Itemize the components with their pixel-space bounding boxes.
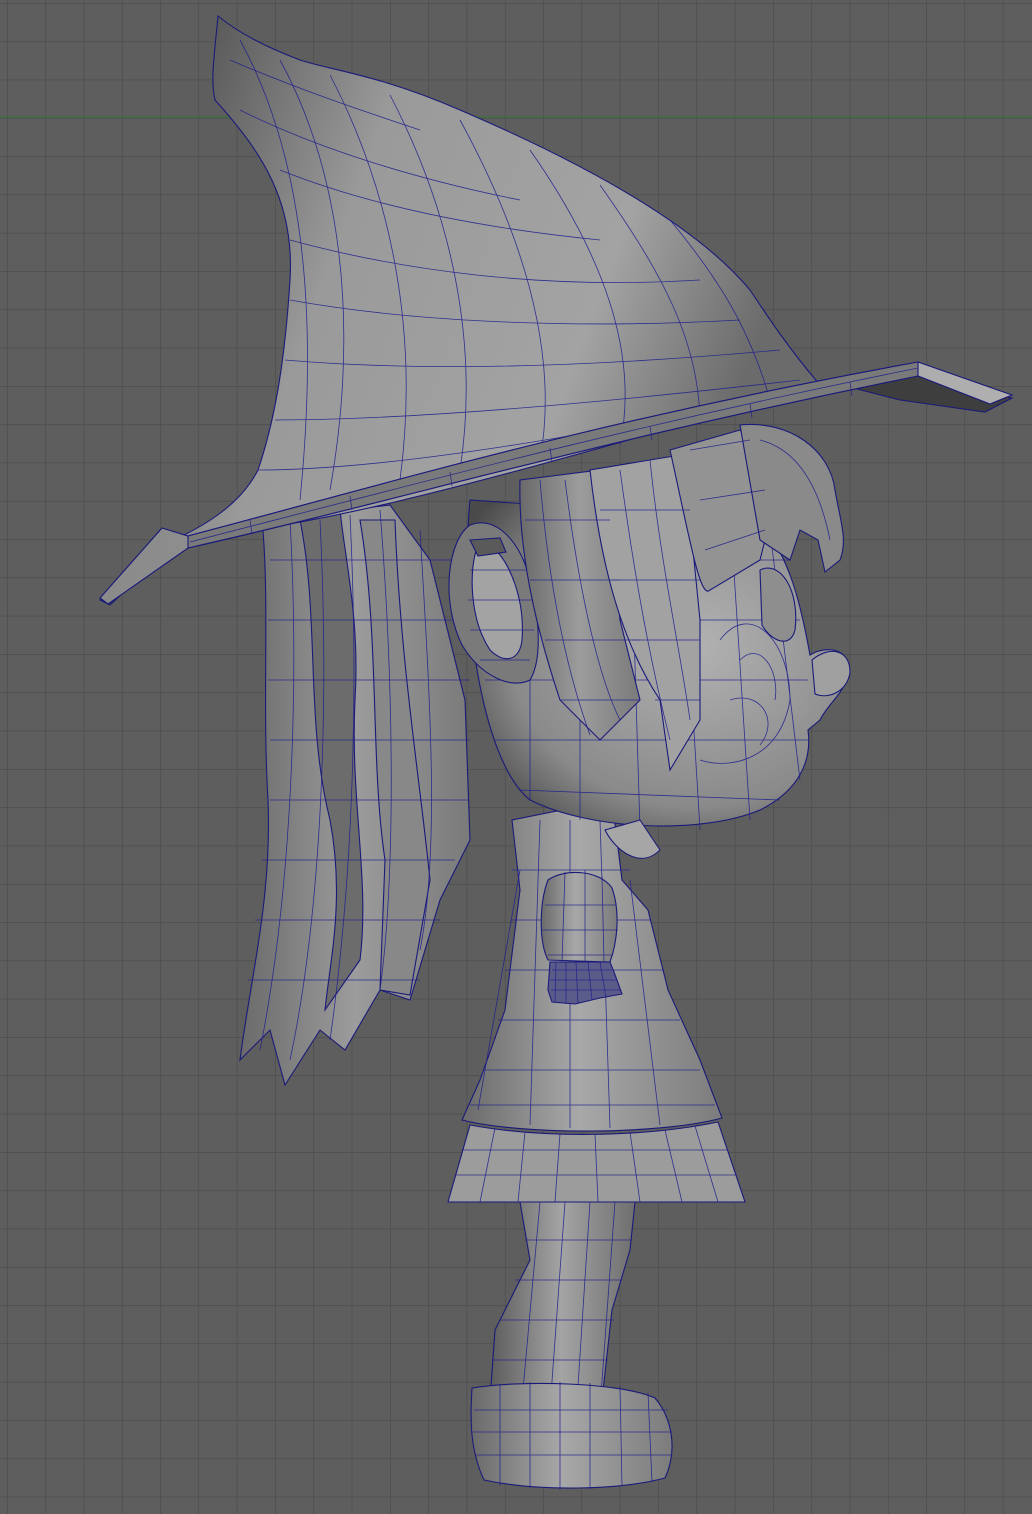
- 3d-viewport[interactable]: [0, 0, 1032, 1514]
- shoe-mesh[interactable]: [470, 1382, 673, 1490]
- skirt-mesh[interactable]: [447, 1121, 746, 1203]
- viewport-canvas[interactable]: [0, 0, 1032, 1514]
- arm-mesh[interactable]: [540, 870, 618, 963]
